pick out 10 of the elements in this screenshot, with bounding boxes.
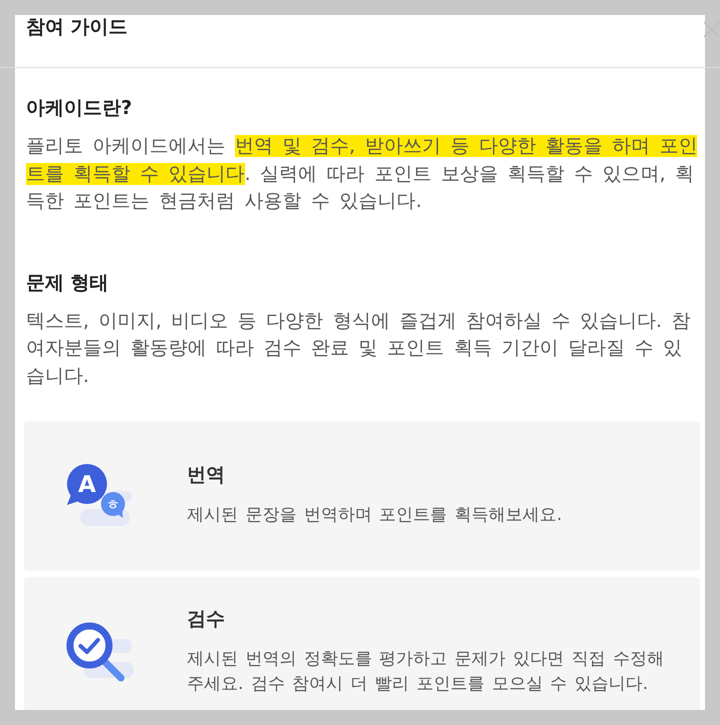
task-title: 번역 [187, 463, 226, 488]
magnifier-check-icon [64, 621, 134, 683]
modal-title: 참여 가이드 [26, 15, 129, 39]
task-description: 제시된 문장을 번역하며 포인트를 획득해보세요. [187, 504, 564, 528]
section-heading: 문제 형태 [26, 270, 110, 296]
close-icon[interactable] [703, 21, 720, 38]
section-heading: 아케이드란? [26, 96, 134, 121]
section-paragraph: 텍스트, 이미지, 비디오 등 다양한 형식에 즐겁게 참여하실 수 있습니다. 참여자분들의 활동량에 따라 검수 완료 및 포인트 획득 기간이 달라질 수 있습니다. [26, 308, 692, 388]
task-description: 제시된 번역의 정확도를 평가하고 문제가 있다면 직접 수정해 주세요. 검수 참여시 더 빨리 포인트를 모으실 수 있습니다. [187, 648, 665, 696]
task-title: 검수 [187, 606, 226, 630]
